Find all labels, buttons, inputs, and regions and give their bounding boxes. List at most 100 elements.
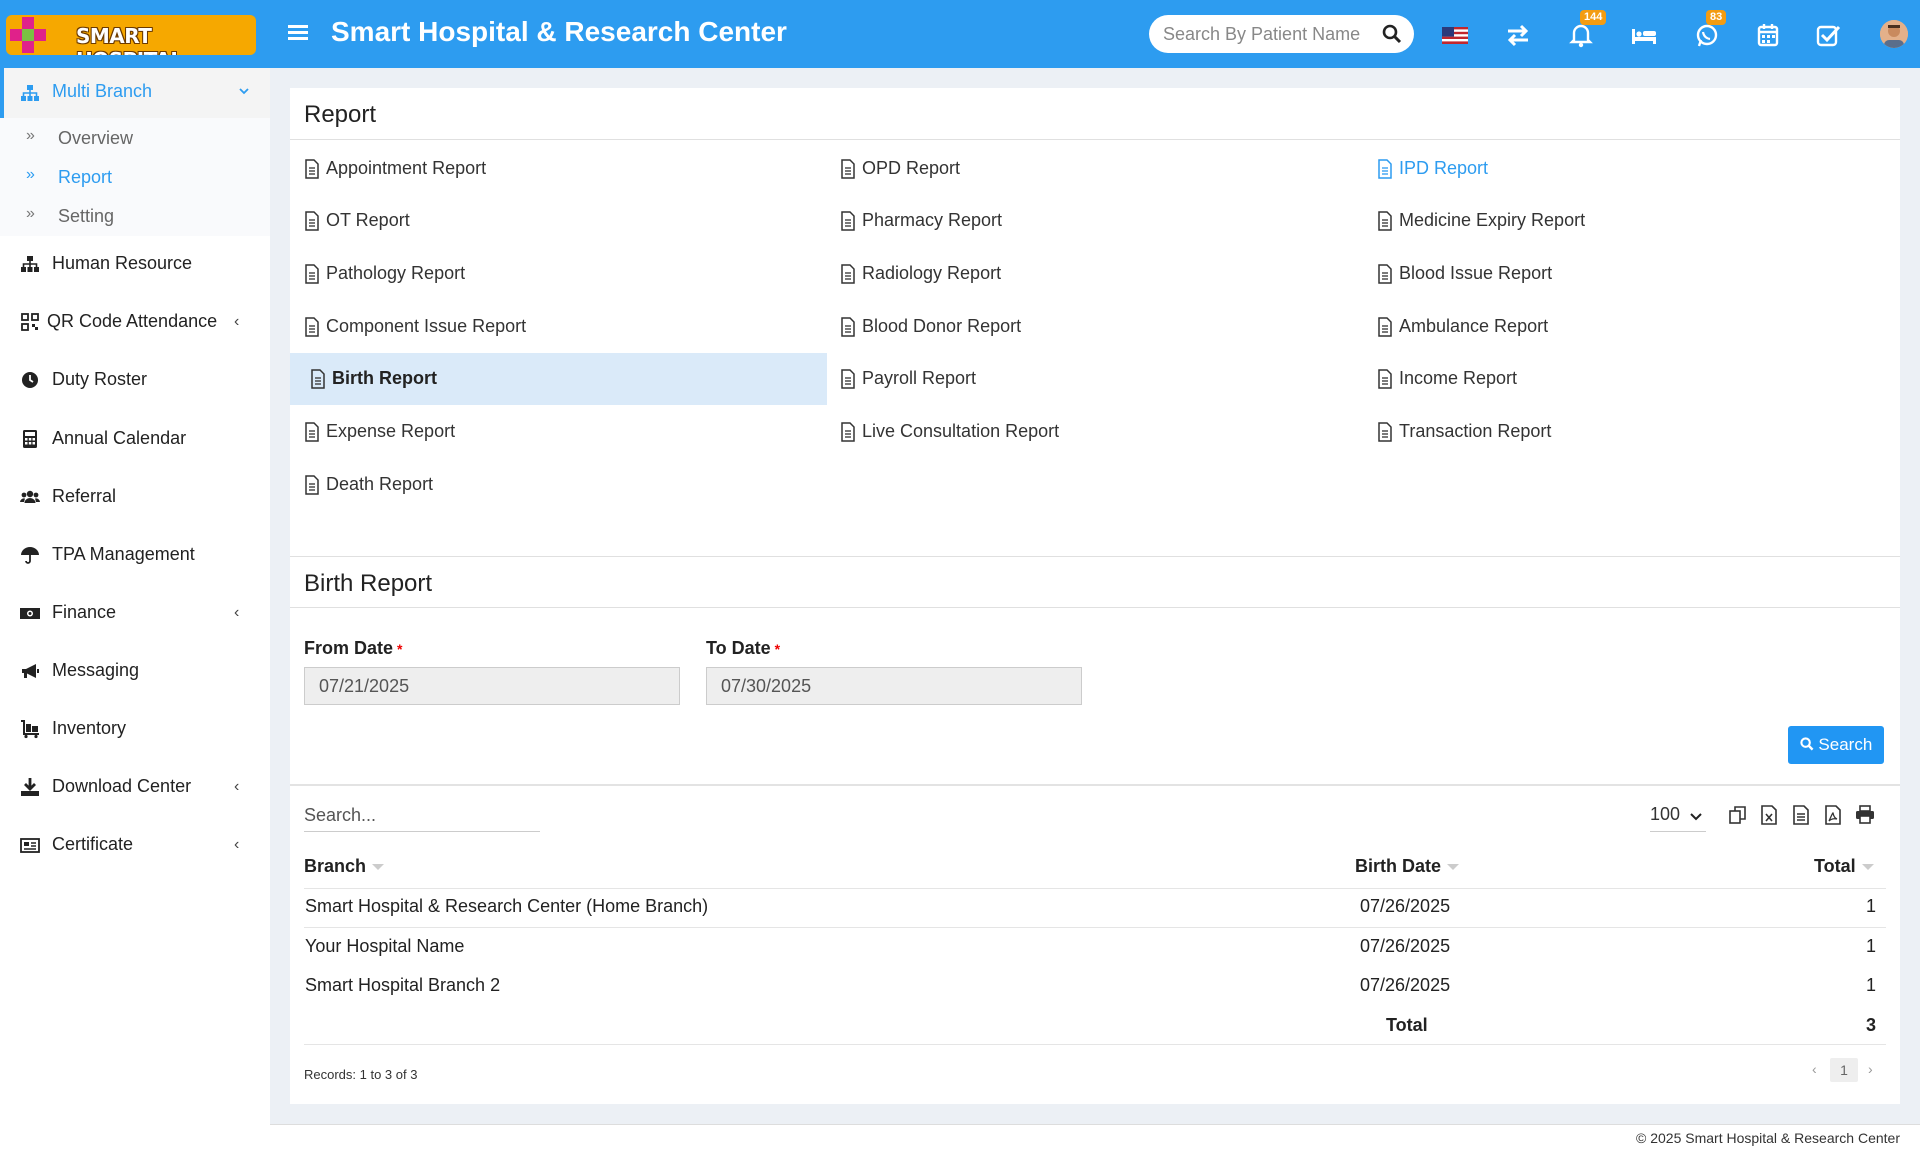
menu-toggle-icon[interactable] <box>288 22 308 46</box>
report-link-label: Pathology Report <box>326 263 466 283</box>
report-link-opd-report[interactable]: OPD Report <box>840 143 1260 195</box>
report-link-medicine-expiry-report[interactable]: Medicine Expiry Report <box>1377 195 1797 247</box>
excel-icon[interactable] <box>1758 804 1780 826</box>
file-text-icon <box>305 317 319 337</box>
sidebar-item-messaging[interactable]: Messaging <box>0 649 270 693</box>
file-text-icon <box>311 369 325 389</box>
to-date-input[interactable] <box>706 667 1082 705</box>
user-avatar[interactable] <box>1880 20 1908 48</box>
report-link-income-report[interactable]: Income Report <box>1377 353 1797 405</box>
report-link-label: Transaction Report <box>1399 421 1552 441</box>
sidebar-item-label: Finance <box>52 602 117 622</box>
chevron-down-icon <box>1690 813 1702 821</box>
sidebar-item-referral[interactable]: Referral <box>0 475 270 519</box>
submenu-item-report[interactable]: » Report <box>0 159 270 195</box>
whatsapp-button[interactable]: 83 <box>1692 10 1727 50</box>
report-link-label: Expense Report <box>326 421 456 441</box>
column-header-birth-date[interactable]: Birth Date <box>1355 856 1460 877</box>
luggage-cart-icon <box>21 720 39 739</box>
hospital-logo[interactable]: SMART HOSPITAL <box>6 15 256 55</box>
submenu-item-overview[interactable]: » Overview <box>0 120 270 156</box>
report-link-pathology-report[interactable]: Pathology Report <box>304 248 724 300</box>
sidebar-item-label: Inventory <box>52 718 127 738</box>
report-link-birth-report[interactable]: Birth Report <box>290 353 827 405</box>
report-link-blood-donor-report[interactable]: Blood Donor Report <box>840 301 1260 353</box>
column-header-branch[interactable]: Branch <box>304 856 385 877</box>
submenu-item-label: Setting <box>58 206 115 226</box>
pdf-icon[interactable] <box>1822 804 1844 826</box>
file-text-icon <box>1378 422 1392 442</box>
copy-icon[interactable] <box>1727 804 1749 826</box>
report-link-label: Blood Donor Report <box>862 316 1022 336</box>
csv-icon[interactable] <box>1790 804 1812 826</box>
sidebar-item-tpa-management[interactable]: TPA Management <box>0 533 270 577</box>
report-link-pharmacy-report[interactable]: Pharmacy Report <box>840 195 1260 247</box>
report-link-label: Appointment Report <box>326 158 487 178</box>
column-header-total[interactable]: Total <box>1814 856 1874 877</box>
file-text-icon <box>1378 159 1392 179</box>
report-link-expense-report[interactable]: Expense Report <box>304 406 724 458</box>
exchange-icon[interactable] <box>1503 20 1533 50</box>
sidebar-item-label: TPA Management <box>52 544 195 564</box>
patient-search-input[interactable] <box>1163 23 1363 45</box>
submenu-item-setting[interactable]: » Setting <box>0 198 270 234</box>
task-check-icon[interactable] <box>1813 20 1843 50</box>
table-bottom-divider <box>304 1044 1886 1045</box>
sidebar-item-duty-roster[interactable]: Duty Roster <box>0 358 270 402</box>
search-icon[interactable] <box>1382 24 1402 44</box>
user-photo-icon <box>1880 20 1908 48</box>
file-text-icon <box>1378 317 1392 337</box>
page-number-current[interactable]: 1 <box>1830 1058 1858 1082</box>
sidebar-item-human-resource[interactable]: Human Resource <box>0 242 270 286</box>
sidebar-item-qr-code-attendance[interactable]: QR Code Attendance ‹ <box>0 300 270 344</box>
report-link-live-consultation-report[interactable]: Live Consultation Report <box>840 406 1260 458</box>
notification-bell[interactable]: 144 <box>1566 10 1607 50</box>
sidebar-item-finance[interactable]: Finance ‹ <box>0 591 270 635</box>
to-date-label-text: To Date <box>706 638 771 658</box>
us-flag-icon[interactable] <box>1440 20 1470 50</box>
section-title: Birth Report <box>304 570 433 597</box>
file-text-icon <box>305 475 319 495</box>
notification-badge: 144 <box>1580 10 1607 25</box>
sidebar-item-label: Referral <box>52 486 117 506</box>
sidebar-item-label: Human Resource <box>52 253 193 273</box>
prev-page-icon[interactable]: ‹ <box>1812 1061 1817 1077</box>
chevron-left-icon: ‹ <box>234 778 240 795</box>
table-cell: 07/26/2025 <box>1360 936 1451 956</box>
report-link-death-report[interactable]: Death Report <box>304 459 724 511</box>
sidebar-item-inventory[interactable]: Inventory <box>0 707 270 751</box>
report-link-ot-report[interactable]: OT Report <box>304 195 724 247</box>
report-link-component-issue-report[interactable]: Component Issue Report <box>304 301 724 353</box>
search-button[interactable]: Search <box>1788 726 1884 764</box>
report-link-payroll-report[interactable]: Payroll Report <box>840 353 1260 405</box>
sidebar-item-label: Certificate <box>52 834 134 854</box>
top-navbar: SMART HOSPITAL Smart Hospital & Research… <box>0 0 1920 68</box>
table-cell: 1 <box>1865 936 1876 956</box>
from-date-input[interactable] <box>304 667 680 705</box>
table-search-input[interactable] <box>304 800 540 832</box>
report-link-ambulance-report[interactable]: Ambulance Report <box>1377 301 1797 353</box>
report-link-blood-issue-report[interactable]: Blood Issue Report <box>1377 248 1797 300</box>
report-link-transaction-report[interactable]: Transaction Report <box>1377 406 1797 458</box>
total-value: 3 <box>1865 1015 1876 1035</box>
print-icon[interactable] <box>1854 804 1876 826</box>
sidebar-item-download-center[interactable]: Download Center ‹ <box>0 765 270 809</box>
report-link-radiology-report[interactable]: Radiology Report <box>840 248 1260 300</box>
column-header-label: Total <box>1814 856 1856 876</box>
report-link-ipd-report[interactable]: IPD Report <box>1377 143 1797 195</box>
download-icon <box>21 778 39 796</box>
bed-icon[interactable] <box>1629 20 1659 50</box>
sidebar-item-annual-calendar[interactable]: Annual Calendar <box>0 417 270 461</box>
total-label: Total <box>1386 1015 1428 1035</box>
report-link-appointment-report[interactable]: Appointment Report <box>304 143 724 195</box>
calendar-icon[interactable] <box>1753 20 1783 50</box>
table-cell: Smart Hospital & Research Center (Home B… <box>305 896 709 916</box>
newspaper-icon <box>20 838 40 853</box>
page-length-select[interactable]: 100 <box>1650 804 1706 832</box>
next-page-icon[interactable]: › <box>1868 1061 1873 1077</box>
sort-caret-icon <box>1861 864 1874 871</box>
sidebar-item-multi-branch[interactable]: Multi Branch <box>0 68 270 118</box>
sidebar-item-label: Duty Roster <box>52 369 148 389</box>
birth-report-header: Birth Report <box>290 556 1900 608</box>
sidebar-item-certificate[interactable]: Certificate ‹ <box>0 823 270 867</box>
